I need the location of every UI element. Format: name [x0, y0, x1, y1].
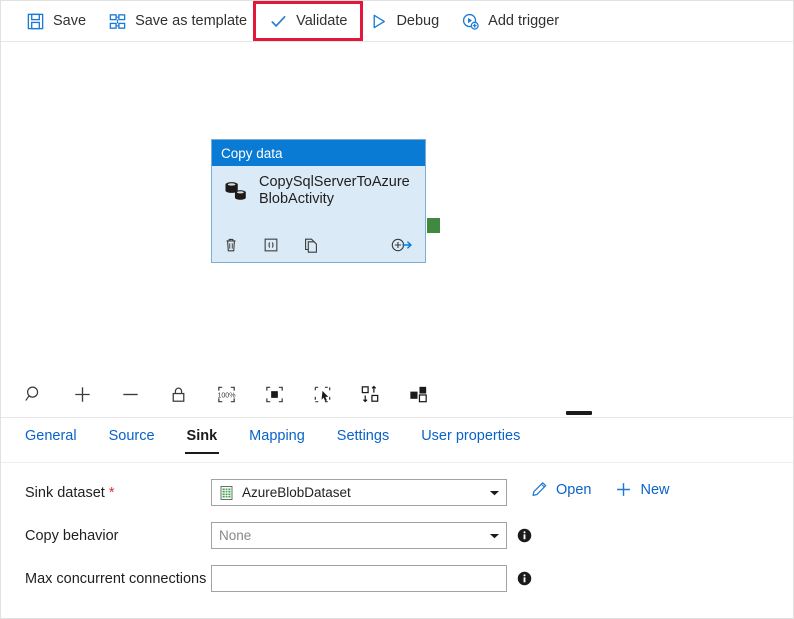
open-dataset-button[interactable]: Open: [531, 481, 591, 498]
node-header: Copy data: [212, 140, 425, 166]
copy-behavior-label: Copy behavior: [25, 528, 119, 544]
copy-behavior-value: None: [219, 528, 252, 543]
sink-dataset-actions: Open New: [531, 479, 670, 498]
tab-sink[interactable]: Sink: [184, 419, 220, 454]
node-output-connector[interactable]: [427, 218, 440, 233]
tab-general[interactable]: General: [23, 419, 79, 454]
validate-button-label: Validate: [296, 13, 348, 29]
open-dataset-label: Open: [556, 481, 592, 498]
max-concurrent-connections-control: [211, 565, 507, 592]
node-body: CopySqlServerToAzureBlobActivity: [212, 166, 425, 229]
sink-dataset-label-text: Sink dataset: [25, 485, 105, 501]
group-layout-icon[interactable]: [407, 383, 430, 406]
new-dataset-button[interactable]: New: [615, 481, 670, 498]
zoom-out-icon[interactable]: [119, 383, 142, 406]
delete-activity-icon[interactable]: [222, 236, 240, 254]
new-dataset-label: New: [640, 481, 670, 498]
canvas-toolbar: 100%: [1, 372, 793, 418]
activity-properties-tabs: General Source Sink Mapping Settings Use…: [1, 419, 793, 463]
save-icon: [27, 13, 44, 29]
tab-general-label: General: [25, 428, 77, 444]
pencil-icon: [532, 482, 547, 496]
csv-dataset-icon: [220, 485, 233, 500]
add-output-icon[interactable]: [389, 236, 415, 254]
zoom-100-percent-icon[interactable]: 100%: [215, 383, 238, 406]
add-trigger-button[interactable]: Add trigger: [450, 6, 570, 36]
max-concurrent-connections-label: Max concurrent connections: [25, 571, 207, 587]
copy-data-activity-node[interactable]: Copy data CopySqlServerToAzureBlobActivi…: [211, 139, 426, 263]
tab-settings[interactable]: Settings: [335, 419, 391, 454]
chevron-down-icon: [489, 490, 500, 495]
required-asterisk: *: [108, 485, 115, 501]
command-bar: Save Save as template Validate Debug Add…: [1, 1, 793, 42]
zoom-to-fit-icon[interactable]: [263, 383, 286, 406]
database-copy-icon: [225, 182, 246, 200]
tab-sink-label: Sink: [186, 428, 218, 444]
chevron-down-icon: [489, 533, 500, 538]
max-concurrent-connections-textbox[interactable]: [211, 565, 507, 592]
tab-source-label: Source: [108, 428, 155, 444]
tab-settings-label: Settings: [336, 428, 390, 444]
auto-align-icon[interactable]: [359, 383, 382, 406]
debug-button[interactable]: Debug: [358, 6, 450, 36]
max-concurrent-connections-input[interactable]: [219, 570, 499, 587]
select-all-icon[interactable]: [311, 383, 334, 406]
max-concurrent-connections-info-icon[interactable]: [517, 571, 532, 586]
save-button-label: Save: [53, 13, 87, 29]
zoom-search-icon[interactable]: [23, 383, 46, 406]
copy-behavior-info-icon[interactable]: [517, 528, 532, 543]
sink-dataset-value: AzureBlobDataset: [242, 485, 351, 500]
pipeline-canvas[interactable]: Copy data CopySqlServerToAzureBlobActivi…: [1, 42, 793, 373]
node-action-bar: [212, 229, 425, 260]
panel-resize-handle[interactable]: [566, 411, 592, 415]
copy-behavior-row: Copy behavior None: [1, 522, 793, 549]
debug-button-label: Debug: [396, 13, 440, 29]
svg-text:100%: 100%: [217, 391, 236, 399]
sink-tab-form: Sink dataset * AzureBlobDataset Open New…: [1, 463, 793, 618]
lock-icon[interactable]: [167, 383, 190, 406]
sink-dataset-control: AzureBlobDataset: [211, 479, 507, 506]
max-concurrent-connections-row: Max concurrent connections: [1, 565, 793, 592]
copy-behavior-control: None: [211, 522, 507, 549]
tab-user-properties[interactable]: User properties: [419, 419, 522, 454]
add-trigger-label: Add trigger: [488, 13, 560, 29]
pipeline-authoring-page: Save Save as template Validate Debug Add…: [0, 0, 794, 619]
node-header-label: Copy data: [221, 145, 283, 161]
play-triangle-icon: [373, 14, 386, 28]
plus-icon: [617, 483, 631, 496]
sink-dataset-dropdown[interactable]: AzureBlobDataset: [211, 479, 507, 506]
save-button[interactable]: Save: [15, 6, 97, 36]
add-trigger-icon: [463, 13, 479, 30]
save-as-template-button[interactable]: Save as template: [97, 6, 258, 36]
validate-button[interactable]: Validate: [253, 1, 364, 41]
save-as-template-icon: [109, 13, 126, 29]
sink-dataset-row: Sink dataset * AzureBlobDataset Open New: [1, 479, 793, 506]
checkmark-icon: [271, 15, 286, 27]
node-activity-name: CopySqlServerToAzureBlobActivity: [259, 174, 410, 207]
tab-user-properties-label: User properties: [421, 428, 521, 444]
tab-mapping-label: Mapping: [249, 428, 305, 444]
copy-behavior-dropdown[interactable]: None: [211, 522, 507, 549]
zoom-in-icon[interactable]: [71, 383, 94, 406]
sink-dataset-label: Sink dataset *: [25, 479, 211, 504]
code-view-icon[interactable]: [262, 236, 280, 254]
save-as-template-label: Save as template: [135, 13, 248, 29]
tab-source[interactable]: Source: [107, 419, 157, 454]
tab-mapping[interactable]: Mapping: [247, 419, 307, 454]
clone-activity-icon[interactable]: [302, 236, 320, 254]
